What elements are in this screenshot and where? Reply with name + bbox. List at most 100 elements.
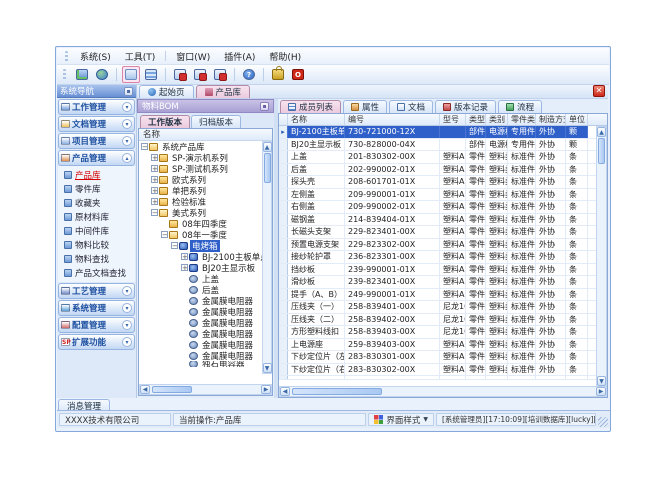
tree-node[interactable]: − 美式系列 [139, 207, 262, 218]
toolbar-grip[interactable] [65, 51, 68, 62]
scroll-down-icon[interactable]: ▼ [597, 376, 606, 386]
member-tab[interactable]: 文档 [389, 100, 433, 113]
sidebar-item[interactable]: 物料比较 [58, 238, 135, 252]
tree-expander-icon[interactable]: + [151, 176, 158, 183]
col-header[interactable]: 类型 [466, 114, 486, 125]
chevron-down-icon[interactable]: ▾ [122, 286, 132, 296]
scrollbar-thumb[interactable] [292, 388, 382, 395]
resize-grip[interactable] [598, 417, 608, 427]
tree-node[interactable]: 金属膜电阻器 [139, 317, 262, 328]
col-header[interactable]: 编号 [345, 114, 440, 125]
table-row[interactable]: BJ20主显示板 730-828000-04X 部件 电源板 专用件 外协 颗 [279, 139, 596, 152]
tree-node[interactable]: 金属膜电阻器 [139, 295, 262, 306]
col-header[interactable]: 名称 [288, 114, 345, 125]
table-row[interactable]: 左侧盖 209-990001-01X 塑料ABS 零件 塑料类 标准件 外协 条 [279, 189, 596, 202]
chevron-down-icon[interactable]: ▾ [122, 303, 132, 313]
table-row[interactable]: 下纱定位片（左） 283-830301-00X 塑料ABS 零件 塑料类 标准件… [279, 351, 596, 364]
tree-node[interactable]: − 电烤箱 [139, 240, 262, 251]
tree-node[interactable]: 金属膜电阻器 [139, 328, 262, 339]
toolbar-button[interactable] [73, 66, 91, 83]
toolbar-button[interactable] [211, 66, 229, 83]
tree-node[interactable]: + SP-测试机系列 [139, 163, 262, 174]
document-tab[interactable]: 产品库 [196, 85, 251, 98]
tree-expander-icon[interactable]: + [181, 264, 188, 271]
table-row[interactable]: 后盖 202-990002-01X 塑料ABS 零件 塑料类 标准件 外协 条 [279, 164, 596, 177]
tree-node[interactable]: + 欧式系列 [139, 174, 262, 185]
member-tab[interactable]: 属性 [343, 100, 387, 113]
table-row[interactable]: 滑纱板 239-823401-00X 塑料ABS 零件 塑料类 标准件 外协 条 [279, 276, 596, 289]
table-vertical-scrollbar[interactable]: ▲ ▼ [596, 126, 607, 387]
table-horizontal-scrollbar[interactable]: ◀ ▶ [279, 386, 607, 397]
menu-item[interactable]: 帮助(H) [262, 48, 308, 65]
tree-expander-icon[interactable] [181, 319, 188, 326]
tree-node[interactable]: 金属膜电阻器 [139, 306, 262, 317]
sidebar-item[interactable]: 产品文档查找 [58, 266, 135, 280]
table-row[interactable]: 接纱轮护罩 236-823301-00X 塑料ABS 零件 塑料类 标准件 外协… [279, 251, 596, 264]
tree-expander-icon[interactable]: + [151, 187, 158, 194]
sidebar-item[interactable]: 收藏夹 [58, 196, 135, 210]
chevron-down-icon[interactable]: ▾ [122, 320, 132, 330]
col-header[interactable]: 制造方式 [536, 114, 566, 125]
tree-expander-icon[interactable]: + [151, 154, 158, 161]
col-header[interactable]: 零件类型 [508, 114, 536, 125]
tree-expander-icon[interactable]: + [151, 165, 158, 172]
scroll-right-icon[interactable]: ▶ [596, 387, 606, 396]
table-row[interactable]: 压线夹（一） 258-839401-00X 尼龙1010 零件 塑料类 标准件 … [279, 301, 596, 314]
table-row[interactable] [279, 376, 596, 380]
menu-item[interactable]: 插件(A) [217, 48, 262, 65]
bom-panel-button[interactable]: ▪ [260, 102, 269, 111]
table-row[interactable]: 挡纱板 239-990001-01X 塑料ABS 零件 塑料类 标准件 外协 条 [279, 264, 596, 277]
toolbar-button[interactable] [93, 66, 111, 83]
sidebar-group[interactable]: SP扩展功能▾ [58, 334, 135, 350]
tree-node[interactable]: 后盖 [139, 284, 262, 295]
sidebar-group[interactable]: 项目管理▾ [58, 133, 135, 149]
table-row[interactable]: 磁钢盖 214-839404-01X 塑料ABS 零件 塑料类 标准件 外协 条 [279, 214, 596, 227]
toolbar-button[interactable] [171, 66, 189, 83]
toolbar-button[interactable] [116, 68, 117, 81]
table-row[interactable]: 提手（A、B） 249-990001-01X 塑料ABS 零件 塑料类 标准件 … [279, 289, 596, 302]
chevron-down-icon[interactable]: ▾ [122, 337, 132, 347]
sidebar-item[interactable]: 产品库 [58, 168, 135, 182]
sidebar-group[interactable]: 工作管理▾ [58, 99, 135, 115]
toolbar-grip-2[interactable] [63, 69, 66, 80]
menu-item[interactable]: 系统(S) [73, 48, 118, 65]
toolbar-button[interactable] [165, 68, 166, 81]
tree-expander-icon[interactable] [181, 308, 188, 315]
scroll-right-icon[interactable]: ▶ [261, 385, 271, 394]
menu-item[interactable]: 窗口(W) [169, 48, 217, 65]
col-header[interactable]: 型号 [440, 114, 466, 125]
member-tab[interactable]: 流程 [498, 100, 542, 113]
table-row[interactable]: 右侧盖 209-990002-01X 塑料ABS 零件 塑料类 标准件 外协 条 [279, 201, 596, 214]
table-row[interactable]: 探头壳 208-601701-01X 塑料ABS 零件 塑料类 标准件 外协 条 [279, 176, 596, 189]
sidebar-item[interactable]: 中间件库 [58, 224, 135, 238]
tree-node[interactable]: − 08年一季度 [139, 229, 262, 240]
table-row[interactable]: 上电源座 259-839403-00X 塑料ABS 零件 塑料类 标准件 外协 … [279, 339, 596, 352]
tree-expander-icon[interactable]: + [151, 198, 158, 205]
tree-expander-icon[interactable] [181, 330, 188, 337]
tree-expander-icon[interactable] [181, 286, 188, 293]
table-row[interactable]: 上盖 201-830302-00X 塑料ABS 零件 塑料类 标准件 外协 条 [279, 151, 596, 164]
toolbar-button[interactable] [122, 66, 140, 83]
tree-node[interactable]: 独石电容器 [139, 361, 262, 367]
bom-version-tab[interactable]: 归档版本 [191, 115, 241, 128]
table-row[interactable]: ▸ BJ-2100主板单点 730-721000-12X 部件 电源板 专用件 … [279, 126, 596, 139]
table-row[interactable]: 压线夹（二） 258-839402-00X 尼龙1010 零件 塑料类 标准件 … [279, 314, 596, 327]
tree-node[interactable]: 上盖 [139, 273, 262, 284]
scroll-up-icon[interactable]: ▲ [597, 127, 606, 137]
menu-item[interactable]: 工具(T) [118, 48, 163, 65]
scroll-up-icon[interactable]: ▲ [263, 142, 272, 152]
tree-expander-icon[interactable]: − [141, 143, 148, 150]
tree-node[interactable]: 金属膜电阻器 [139, 350, 262, 361]
tree-node[interactable]: + BJ20主显示板 [139, 262, 262, 273]
tree-node[interactable]: + 检验标准 [139, 196, 262, 207]
chevron-down-icon[interactable]: ▾ [122, 119, 132, 129]
tree-expander-icon[interactable] [181, 275, 188, 282]
sidebar-group[interactable]: 系统管理▾ [58, 300, 135, 316]
tree-node[interactable]: 金属膜电阻器 [139, 339, 262, 350]
sidebar-group[interactable]: 文档管理▾ [58, 116, 135, 132]
tree-expander-icon[interactable] [181, 297, 188, 304]
toolbar-button[interactable] [142, 66, 160, 83]
menu-item[interactable] [165, 51, 166, 61]
table-row[interactable]: 下纱定位片（右） 283-830302-00X 塑料ABS 零件 塑料类 标准件… [279, 364, 596, 377]
scrollbar-thumb[interactable] [152, 386, 192, 393]
